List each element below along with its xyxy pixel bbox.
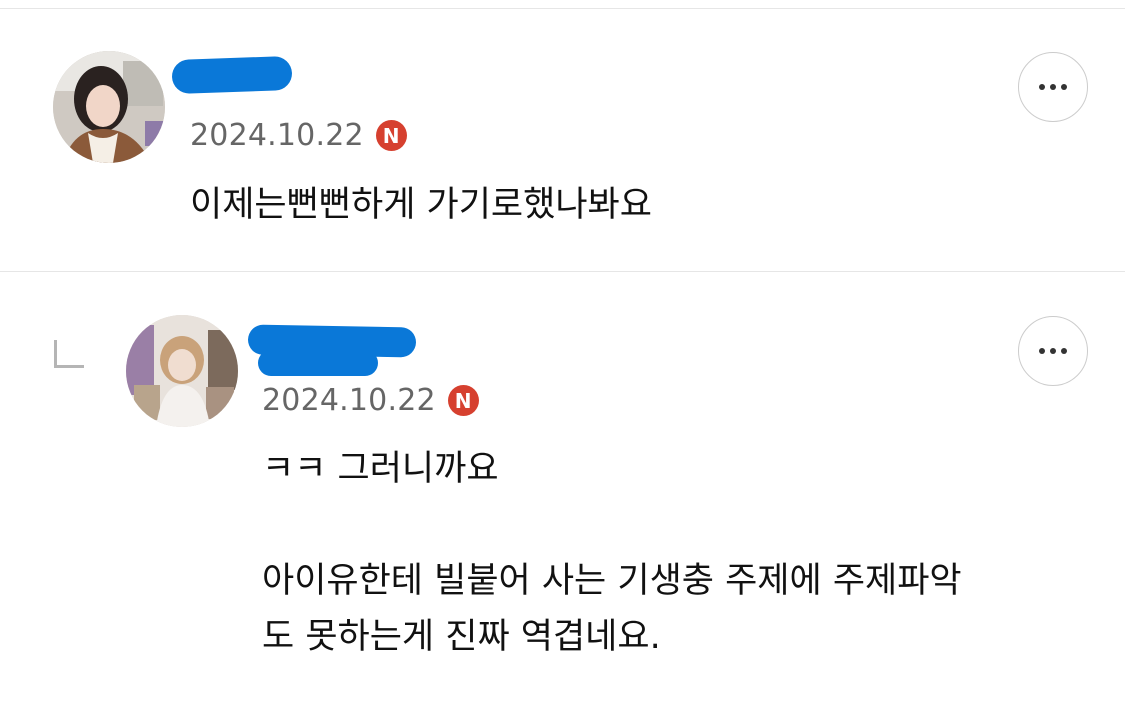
top-divider (0, 8, 1125, 9)
comment-divider (0, 271, 1125, 272)
more-horizontal-icon (1039, 348, 1067, 354)
comment-text: ㅋㅋ 그러니까요 아이유한테 빌붙어 사는 기생충 주제에 주제파악 도 못하는… (262, 449, 962, 657)
new-badge: N (447, 385, 479, 416)
comment-meta: 2024.10.22 N (190, 118, 407, 153)
comment-date: 2024.10.22 (190, 118, 364, 153)
more-horizontal-icon (1039, 84, 1067, 90)
avatar[interactable] (53, 51, 165, 163)
redacted-username (171, 55, 293, 95)
avatar-photo-icon (126, 315, 238, 427)
redacted-username-extra (258, 350, 378, 376)
new-badge: N (375, 120, 407, 151)
more-options-button[interactable] (1018, 316, 1088, 386)
reply-arrow-icon (54, 340, 84, 368)
comment-date: 2024.10.22 (262, 383, 436, 418)
comment-meta: 2024.10.22 N (262, 383, 479, 418)
comment-text: 이제는뻔뻔하게 가기로했나봐요 (190, 185, 652, 225)
avatar-photo-icon (53, 51, 165, 163)
avatar[interactable] (126, 315, 238, 427)
more-options-button[interactable] (1018, 52, 1088, 122)
